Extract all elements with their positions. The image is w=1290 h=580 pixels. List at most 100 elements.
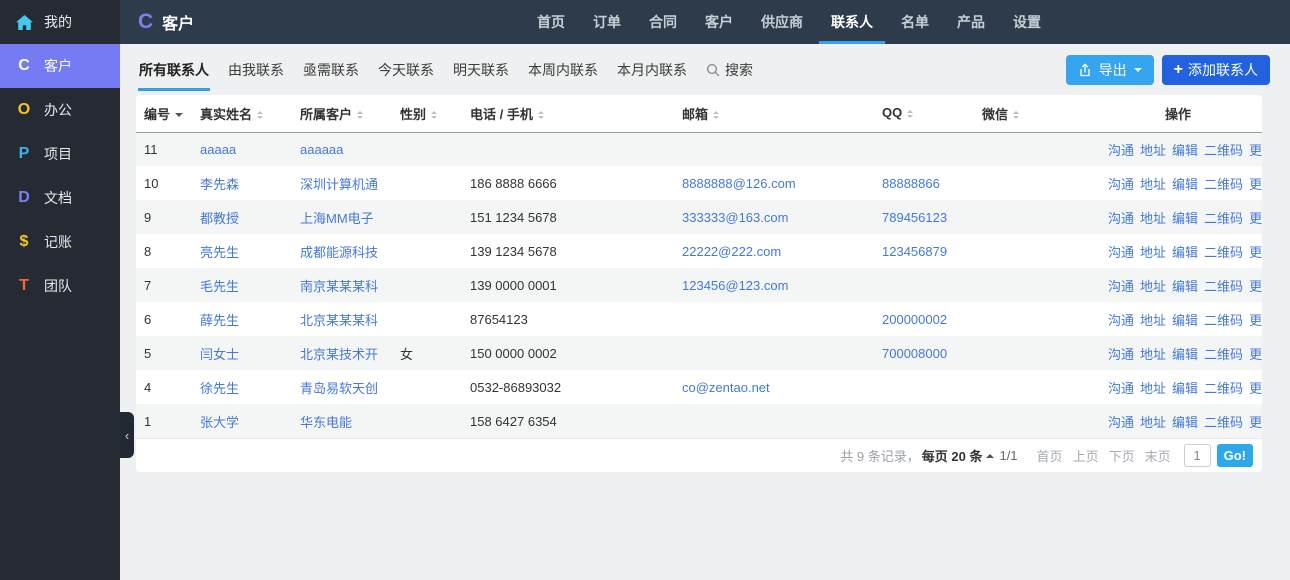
action-communicate-link[interactable]: 沟通 <box>1108 381 1134 396</box>
action-more-link[interactable]: 更多 <box>1249 347 1262 362</box>
customer-link[interactable]: 北京某某某科 <box>300 313 378 328</box>
nav-item-home[interactable]: 首页 <box>525 0 577 44</box>
column-header-gender[interactable]: 性别 <box>392 95 462 132</box>
nav-item-products[interactable]: 产品 <box>945 0 997 44</box>
sidebar-item-accounting[interactable]: $记账 <box>0 220 120 264</box>
column-header-phone[interactable]: 电话 / 手机 <box>462 95 674 132</box>
action-address-link[interactable]: 地址 <box>1140 143 1166 158</box>
nav-item-orders[interactable]: 订单 <box>581 0 633 44</box>
action-address-link[interactable]: 地址 <box>1140 177 1166 192</box>
pager-first[interactable]: 首页 <box>1037 446 1063 465</box>
action-edit-link[interactable]: 编辑 <box>1172 313 1198 328</box>
action-communicate-link[interactable]: 沟通 <box>1108 245 1134 260</box>
action-qrcode-link[interactable]: 二维码 <box>1204 245 1243 260</box>
customer-link[interactable]: 华东电能 <box>300 415 352 430</box>
email-link[interactable]: 333333@163.com <box>682 210 788 225</box>
contact-name-link[interactable]: 闫女士 <box>200 347 239 362</box>
column-header-email[interactable]: 邮箱 <box>674 95 874 132</box>
action-qrcode-link[interactable]: 二维码 <box>1204 415 1243 430</box>
app-brand[interactable]: C 客户 <box>138 0 194 44</box>
column-header-id[interactable]: 编号 <box>136 95 192 132</box>
nav-item-customers[interactable]: 客户 <box>693 0 745 44</box>
action-more-link[interactable]: 更多 <box>1249 279 1262 294</box>
qq-link[interactable]: 123456879 <box>882 244 947 259</box>
pager-prev[interactable]: 上页 <box>1073 446 1099 465</box>
action-more-link[interactable]: 更多 <box>1249 415 1262 430</box>
action-qrcode-link[interactable]: 二维码 <box>1204 347 1243 362</box>
action-communicate-link[interactable]: 沟通 <box>1108 177 1134 192</box>
action-qrcode-link[interactable]: 二维码 <box>1204 143 1243 158</box>
action-edit-link[interactable]: 编辑 <box>1172 415 1198 430</box>
tab-tomorrow[interactable]: 明天联系 <box>452 49 510 91</box>
customer-link[interactable]: 南京某某某科 <box>300 279 378 294</box>
customer-link[interactable]: 北京某技术开 <box>300 347 378 362</box>
customer-link[interactable]: aaaaaa <box>300 142 343 157</box>
email-link[interactable]: 22222@222.com <box>682 244 781 259</box>
email-link[interactable]: co@zentao.net <box>682 380 770 395</box>
action-qrcode-link[interactable]: 二维码 <box>1204 177 1243 192</box>
customer-link[interactable]: 成都能源科技 <box>300 245 378 260</box>
action-qrcode-link[interactable]: 二维码 <box>1204 211 1243 226</box>
action-address-link[interactable]: 地址 <box>1140 245 1166 260</box>
action-edit-link[interactable]: 编辑 <box>1172 211 1198 226</box>
contact-name-link[interactable]: 都教授 <box>200 211 239 226</box>
tab-urgent[interactable]: 亟需联系 <box>302 49 360 91</box>
nav-item-settings[interactable]: 设置 <box>1001 0 1053 44</box>
tab-by-me[interactable]: 由我联系 <box>227 49 285 91</box>
action-edit-link[interactable]: 编辑 <box>1172 143 1198 158</box>
contact-name-link[interactable]: 张大学 <box>200 415 239 430</box>
action-edit-link[interactable]: 编辑 <box>1172 245 1198 260</box>
nav-item-contacts[interactable]: 联系人 <box>819 0 885 44</box>
email-link[interactable]: 123456@123.com <box>682 278 788 293</box>
action-communicate-link[interactable]: 沟通 <box>1108 313 1134 328</box>
action-more-link[interactable]: 更多 <box>1249 381 1262 396</box>
customer-link[interactable]: 青岛易软天创 <box>300 381 378 396</box>
contact-name-link[interactable]: 毛先生 <box>200 279 239 294</box>
action-qrcode-link[interactable]: 二维码 <box>1204 381 1243 396</box>
action-qrcode-link[interactable]: 二维码 <box>1204 313 1243 328</box>
action-edit-link[interactable]: 编辑 <box>1172 381 1198 396</box>
action-address-link[interactable]: 地址 <box>1140 347 1166 362</box>
column-header-name[interactable]: 真实姓名 <box>192 95 292 132</box>
nav-item-suppliers[interactable]: 供应商 <box>749 0 815 44</box>
action-address-link[interactable]: 地址 <box>1140 381 1166 396</box>
sidebar-item-office[interactable]: O办公 <box>0 88 120 132</box>
nav-item-contracts[interactable]: 合同 <box>637 0 689 44</box>
action-address-link[interactable]: 地址 <box>1140 415 1166 430</box>
action-address-link[interactable]: 地址 <box>1140 211 1166 226</box>
action-address-link[interactable]: 地址 <box>1140 279 1166 294</box>
contact-name-link[interactable]: 薛先生 <box>200 313 239 328</box>
sidebar-item-document[interactable]: D文档 <box>0 176 120 220</box>
contact-name-link[interactable]: aaaaa <box>200 142 236 157</box>
qq-link[interactable]: 200000002 <box>882 312 947 327</box>
action-more-link[interactable]: 更多 <box>1249 313 1262 328</box>
export-button[interactable]: 导出 <box>1066 55 1154 85</box>
qq-link[interactable]: 88888866 <box>882 176 940 191</box>
action-edit-link[interactable]: 编辑 <box>1172 279 1198 294</box>
sidebar-item-project[interactable]: P项目 <box>0 132 120 176</box>
pager-last[interactable]: 末页 <box>1145 446 1171 465</box>
contact-name-link[interactable]: 李先森 <box>200 177 239 192</box>
column-header-customer[interactable]: 所属客户 <box>292 95 392 132</box>
tab-search[interactable]: 搜索 <box>705 49 754 91</box>
sidebar-item-team[interactable]: T团队 <box>0 264 120 308</box>
qq-link[interactable]: 789456123 <box>882 210 947 225</box>
email-link[interactable]: 8888888@126.com <box>682 176 796 191</box>
action-more-link[interactable]: 更多 <box>1249 245 1262 260</box>
action-communicate-link[interactable]: 沟通 <box>1108 279 1134 294</box>
nav-item-leads[interactable]: 名单 <box>889 0 941 44</box>
column-header-qq[interactable]: QQ <box>874 95 974 132</box>
tab-today[interactable]: 今天联系 <box>377 49 435 91</box>
action-more-link[interactable]: 更多 <box>1249 211 1262 226</box>
action-more-link[interactable]: 更多 <box>1249 143 1262 158</box>
action-edit-link[interactable]: 编辑 <box>1172 177 1198 192</box>
sidebar-item-customer[interactable]: C客户 <box>0 44 120 88</box>
action-communicate-link[interactable]: 沟通 <box>1108 211 1134 226</box>
tab-this-month[interactable]: 本月内联系 <box>616 49 688 91</box>
action-address-link[interactable]: 地址 <box>1140 313 1166 328</box>
action-communicate-link[interactable]: 沟通 <box>1108 143 1134 158</box>
customer-link[interactable]: 深圳计算机通 <box>300 177 378 192</box>
add-contact-button[interactable]: + 添加联系人 <box>1162 55 1270 85</box>
per-page-selector[interactable]: 每页 20 条 <box>922 446 983 465</box>
action-more-link[interactable]: 更多 <box>1249 177 1262 192</box>
